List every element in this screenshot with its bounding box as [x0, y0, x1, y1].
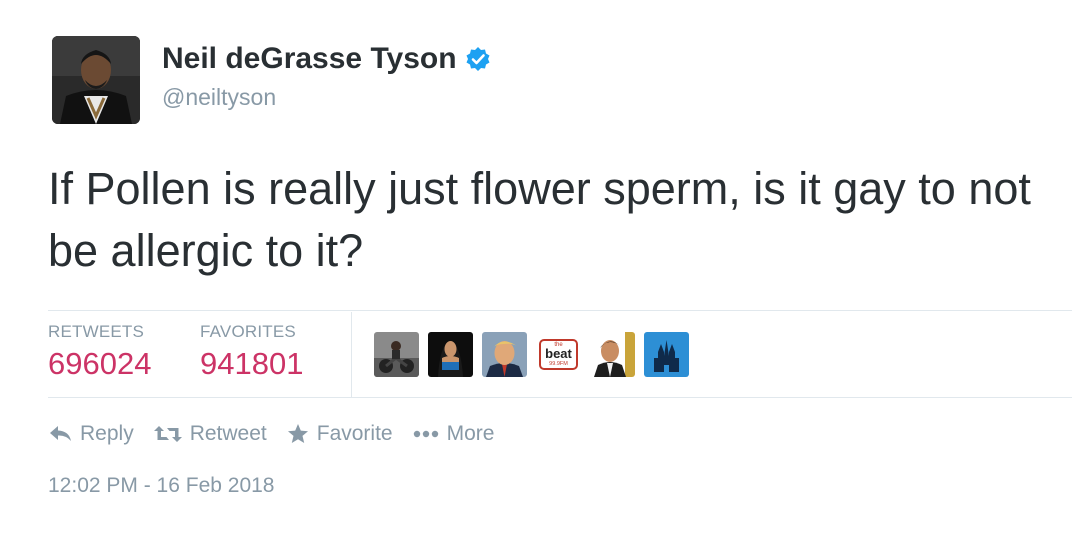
reply-label: Reply — [80, 422, 134, 445]
favoriter-avatar[interactable] — [428, 332, 473, 377]
favorites-count: 941801 — [200, 346, 304, 381]
favoriter-avatar[interactable] — [482, 332, 527, 377]
divider-bottom — [48, 397, 1072, 398]
favorite-button[interactable]: Favorite — [287, 422, 393, 446]
favoriter-avatar[interactable] — [590, 332, 635, 377]
beat-logo-main: beat — [545, 346, 572, 361]
author-name[interactable]: Neil deGrasse Tyson — [162, 42, 457, 76]
favoriter-avatar[interactable] — [374, 332, 419, 377]
reply-button[interactable]: Reply — [48, 422, 134, 446]
favorites-stat[interactable]: FAVORITES 941801 — [200, 322, 303, 382]
tweet-timestamp[interactable]: 12:02 PM - 16 Feb 2018 — [48, 474, 274, 498]
divider-top — [48, 310, 1072, 311]
retweets-label: RETWEETS — [48, 322, 145, 341]
favorite-label: Favorite — [316, 422, 393, 445]
more-button[interactable]: More — [413, 422, 495, 446]
stats-separator — [351, 312, 352, 397]
retweet-label: Retweet — [189, 422, 267, 445]
retweet-icon — [153, 426, 182, 442]
retweets-count: 696024 — [48, 346, 152, 381]
favoriters-list: the beat 99.9FM — [374, 332, 689, 377]
star-icon — [287, 424, 308, 443]
favorites-label: FAVORITES — [200, 322, 296, 341]
more-dots-icon — [413, 430, 438, 438]
author-handle[interactable]: @neiltyson — [162, 84, 276, 111]
favoriter-avatar[interactable]: the beat 99.9FM — [536, 332, 581, 377]
beat-logo-sub: 99.9FM — [549, 361, 568, 367]
more-label: More — [446, 422, 495, 445]
tweet-actions: Reply Retweet Favorite More — [48, 422, 514, 446]
tweet-text: If Pollen is really just flower sperm, i… — [48, 163, 1031, 276]
author-name-row: Neil deGrasse Tyson — [162, 42, 491, 76]
verified-badge-icon — [465, 46, 491, 72]
retweet-button[interactable]: Retweet — [153, 422, 267, 446]
author-avatar[interactable] — [52, 36, 140, 124]
reply-icon — [50, 426, 71, 441]
retweets-stat[interactable]: RETWEETS 696024 — [48, 322, 151, 382]
favoriter-avatar[interactable] — [644, 332, 689, 377]
